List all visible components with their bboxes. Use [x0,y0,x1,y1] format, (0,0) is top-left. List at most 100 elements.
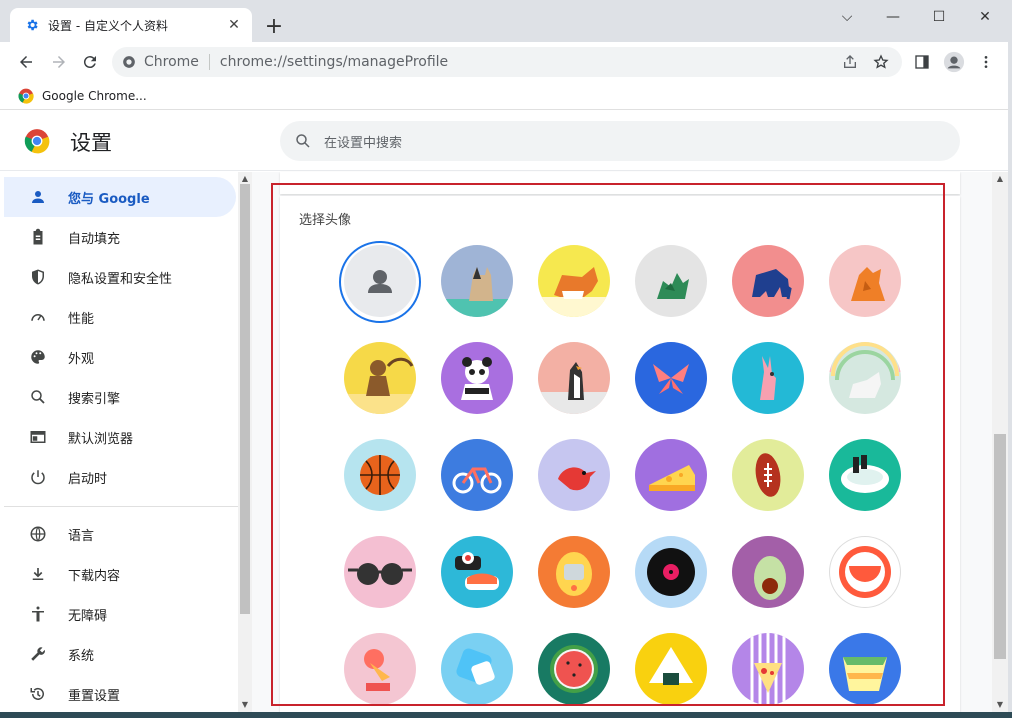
panda-avatar[interactable] [441,342,513,414]
sidebar-item-label: 搜索引擎 [68,391,121,407]
sidebar-scrollbar[interactable]: ▲ ▼ [238,172,252,712]
elephant-avatar[interactable] [732,245,804,317]
shield-icon [28,267,48,287]
scroll-down-arrow-icon[interactable]: ▼ [995,700,1005,710]
sidebar-item-label: 默认浏览器 [68,431,134,447]
browser-toolbar: Chrome chrome://settings/manageProfile [0,42,1012,82]
palette-icon [28,347,48,367]
sidebar-item-accessibility[interactable]: 无障碍 [4,594,236,634]
avocado-avatar[interactable] [732,536,804,608]
bird-avatar[interactable] [538,439,610,511]
maximize-button[interactable]: ☐ [916,4,962,30]
sidebar-item-label: 语言 [68,528,95,544]
window-frame [1008,0,1012,718]
bookmark-item[interactable]: Google Chrome... [42,89,147,103]
sidebar-item-label: 启动时 [68,471,108,487]
sidebar-scrollbar-thumb[interactable] [240,184,250,614]
sidebar-item-languages[interactable]: 语言 [4,514,236,554]
vinyl-avatar[interactable] [635,536,707,608]
sidebar-item-search-engine[interactable]: 搜索引擎 [4,377,236,417]
football-avatar[interactable] [732,439,804,511]
basketball-avatar[interactable] [344,439,416,511]
scroll-up-arrow-icon[interactable]: ▲ [995,174,1005,184]
title-bar: 设置 - 自定义个人资料 ✕ + ⌵ — ☐ ✕ [0,0,1012,42]
fox-avatar[interactable] [829,245,901,317]
tamagotchi-avatar[interactable] [538,536,610,608]
tab-close-icon[interactable]: ✕ [224,15,244,35]
dragon-avatar[interactable] [635,245,707,317]
globe-icon [28,524,48,544]
rabbit-avatar[interactable] [732,342,804,414]
sidebar-item-reset-settings[interactable]: 重置设置 [4,674,236,712]
accessibility-icon [28,604,48,624]
generic-avatar[interactable] [344,245,416,317]
pizza-avatar[interactable] [732,633,804,705]
minimize-button[interactable]: — [870,4,916,30]
arrow-left-icon [20,56,32,68]
sidebar-divider [4,506,238,507]
cat-avatar[interactable] [441,245,513,317]
profile-button[interactable] [942,50,966,74]
sidebar-item-appearance[interactable]: 外观 [4,337,236,377]
sidebar-item-on-startup[interactable]: 启动时 [4,457,236,497]
sidebar-item-you-and-google[interactable]: 您与 Google [4,177,236,217]
unicorn-avatar[interactable] [829,342,901,414]
sunglasses-avatar[interactable] [344,536,416,608]
main-scrollbar-thumb[interactable] [994,434,1006,659]
side-panel-icon [915,55,929,69]
sidebar-item-performance[interactable]: 性能 [4,297,236,337]
bookmarks-bar: Google Chrome... [0,82,1012,110]
browser-window-icon [28,427,48,447]
tab-search-button[interactable]: ⌵ [824,4,870,30]
sidebar-item-privacy[interactable]: 隐私设置和安全性 [4,257,236,297]
sidebar-item-system[interactable]: 系统 [4,634,236,674]
sidebar-item-label: 无障碍 [68,608,108,624]
sidebar-item-default-browser[interactable]: 默认浏览器 [4,417,236,457]
main-scrollbar[interactable]: ▲ ▼ [992,172,1008,712]
cheese-avatar[interactable] [635,439,707,511]
close-window-button[interactable]: ✕ [962,4,1008,30]
bicycle-avatar[interactable] [441,439,513,511]
address-separator [208,54,210,70]
butterfly-avatar[interactable] [635,342,707,414]
new-tab-button[interactable]: + [262,14,286,39]
penguin-avatar[interactable] [538,342,610,414]
sidebar-item-label: 下载内容 [68,568,121,584]
reload-button[interactable] [78,50,102,74]
scroll-down-arrow-icon[interactable]: ▼ [240,700,250,710]
scroll-up-arrow-icon[interactable]: ▲ [240,174,250,184]
search-icon [296,134,310,148]
ice-cubes-avatar[interactable] [441,633,513,705]
onigiri-avatar[interactable] [635,633,707,705]
sidebar-item-downloads[interactable]: 下载内容 [4,554,236,594]
smile-avatar[interactable] [829,536,901,608]
sidebar-item-autofill[interactable]: 自动填充 [4,217,236,257]
avatar-picker-heading: 选择头像 [299,213,352,228]
menu-button[interactable] [974,50,998,74]
back-button[interactable] [14,50,38,74]
sidebar-item-label: 性能 [68,311,95,327]
address-bar[interactable]: Chrome chrome://settings/manageProfile [112,47,902,77]
side-panel-button[interactable] [910,50,934,74]
corgi-avatar[interactable] [538,245,610,317]
clipboard-icon [28,227,48,247]
browser-tab[interactable]: 设置 - 自定义个人资料 ✕ [10,8,252,42]
chrome-site-icon [123,56,135,68]
desktop-strip [0,712,1012,718]
download-icon [28,564,48,584]
bookmark-star-icon[interactable] [870,51,892,73]
ice-cream-avatar[interactable] [344,633,416,705]
search-placeholder: 在设置中搜索 [324,135,403,151]
sidebar-item-label: 系统 [68,648,95,664]
monkey-avatar[interactable] [344,342,416,414]
settings-search-input[interactable]: 在设置中搜索 [280,121,960,161]
reload-icon [83,56,96,69]
forward-button[interactable] [47,50,71,74]
chrome-logo-icon [24,129,50,154]
ramen-avatar[interactable] [829,439,901,511]
url-text[interactable]: chrome://settings/manageProfile [220,54,448,70]
sushi-avatar[interactable] [441,536,513,608]
sandwich-avatar[interactable] [829,633,901,705]
share-icon[interactable] [839,51,861,73]
watermelon-avatar[interactable] [538,633,610,705]
